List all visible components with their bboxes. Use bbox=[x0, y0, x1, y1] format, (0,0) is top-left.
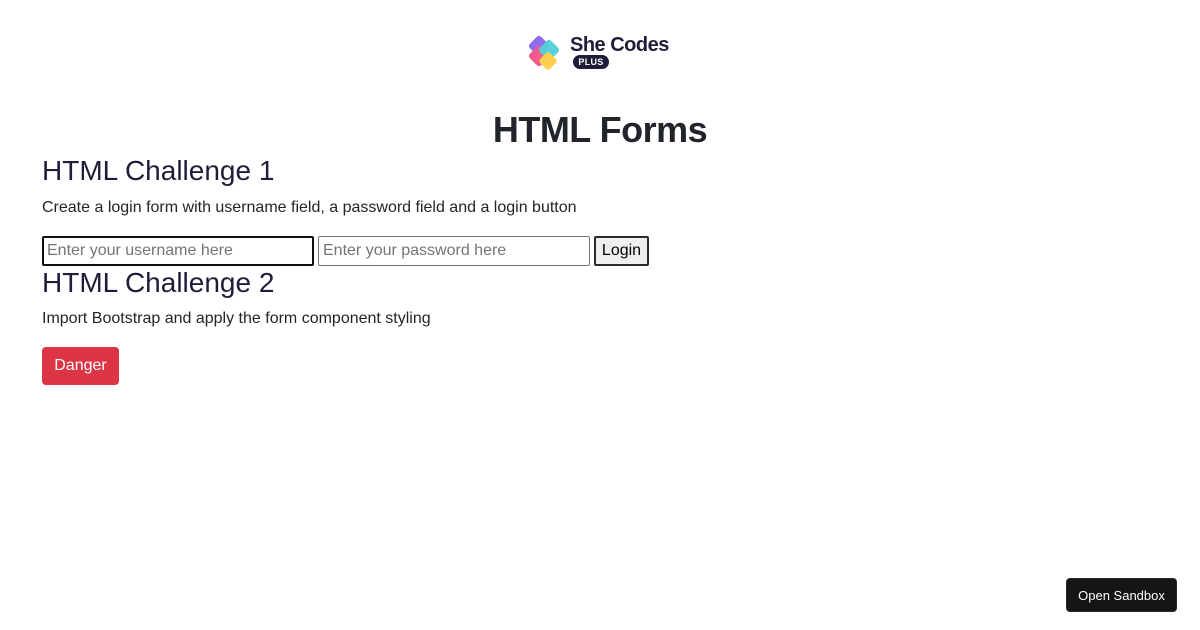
logo-text: She Codes bbox=[570, 34, 669, 56]
login-button[interactable]: Login bbox=[594, 236, 649, 266]
challenge-1-description: Create a login form with username field,… bbox=[42, 199, 577, 216]
shecodes-logo: She Codes PLUS bbox=[527, 32, 672, 74]
challenge-1-heading: HTML Challenge 1 bbox=[42, 155, 275, 186]
logo-plus-badge: PLUS bbox=[573, 55, 609, 69]
challenge-2-heading: HTML Challenge 2 bbox=[42, 267, 275, 298]
danger-button[interactable]: Danger bbox=[42, 347, 119, 385]
username-input[interactable] bbox=[42, 236, 314, 266]
open-sandbox-button[interactable]: Open Sandbox bbox=[1066, 578, 1177, 612]
shecodes-logo-icon bbox=[528, 35, 560, 70]
page-title: HTML Forms bbox=[492, 109, 708, 150]
challenge-2-description: Import Bootstrap and apply the form comp… bbox=[42, 310, 431, 327]
password-input[interactable] bbox=[318, 236, 590, 266]
